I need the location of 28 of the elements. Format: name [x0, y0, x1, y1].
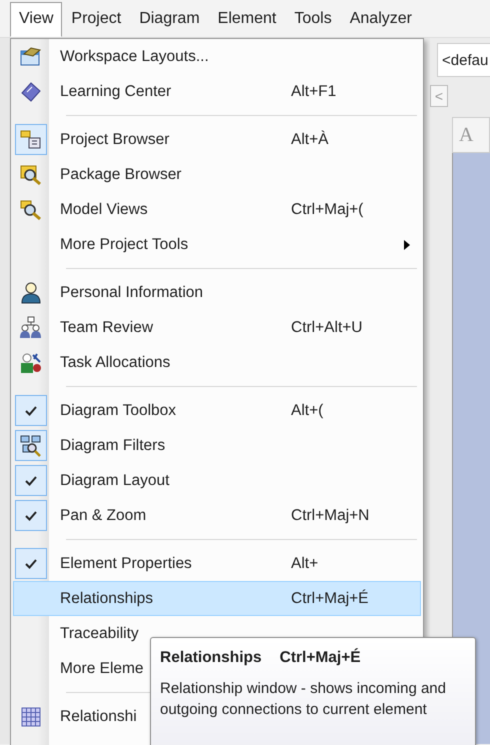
shortcut-label: Alt+ — [291, 554, 318, 574]
menu-item-label: Element Properties — [60, 554, 192, 572]
shortcut-label: Alt+F1 — [291, 82, 336, 102]
shortcut-label: Ctrl+Alt+U — [291, 318, 362, 338]
menu-item-label: Model Views — [60, 200, 148, 218]
shortcut-label: Ctrl+Maj+( — [291, 200, 364, 220]
menu-item-label: More Project Tools — [60, 236, 188, 253]
menu-item-label: Diagram Toolbox — [60, 402, 176, 419]
shortcut-label: Alt+( — [291, 400, 324, 421]
menu-item-label: Pan & Zoom — [60, 506, 146, 524]
shortcut-label: Alt+À — [291, 130, 328, 150]
menu-item-label: Team Review — [60, 318, 154, 336]
menu-item-label: Workspace Layouts... — [60, 48, 209, 65]
menu-item-label: Package Browser — [60, 166, 182, 183]
shortcut-label: Ctrl+Maj+N — [291, 506, 370, 526]
menu-item-label: Task Allocations — [60, 354, 170, 371]
menu-item-label: Traceability — [60, 624, 139, 642]
shortcut-label: Ctrl+Maj+É — [291, 588, 369, 609]
tooltip-shortcut: Ctrl+Maj+É — [280, 647, 361, 668]
menu-item-label: Diagram Filters — [60, 436, 166, 454]
menu-item-label: Personal Information — [60, 284, 204, 301]
tooltip-title: Relationships — [160, 648, 262, 668]
tooltip-description: Relationship window - shows incoming and outgoing connections to current element — [160, 679, 447, 720]
menu-item-label: Project Browser — [60, 130, 170, 148]
menu-item-label: Relationships — [60, 590, 154, 607]
menu-item-label: Relationshi — [60, 708, 137, 725]
menu-item-label: Learning Center — [60, 82, 172, 100]
menu-item-label: Diagram Layout — [60, 472, 170, 489]
